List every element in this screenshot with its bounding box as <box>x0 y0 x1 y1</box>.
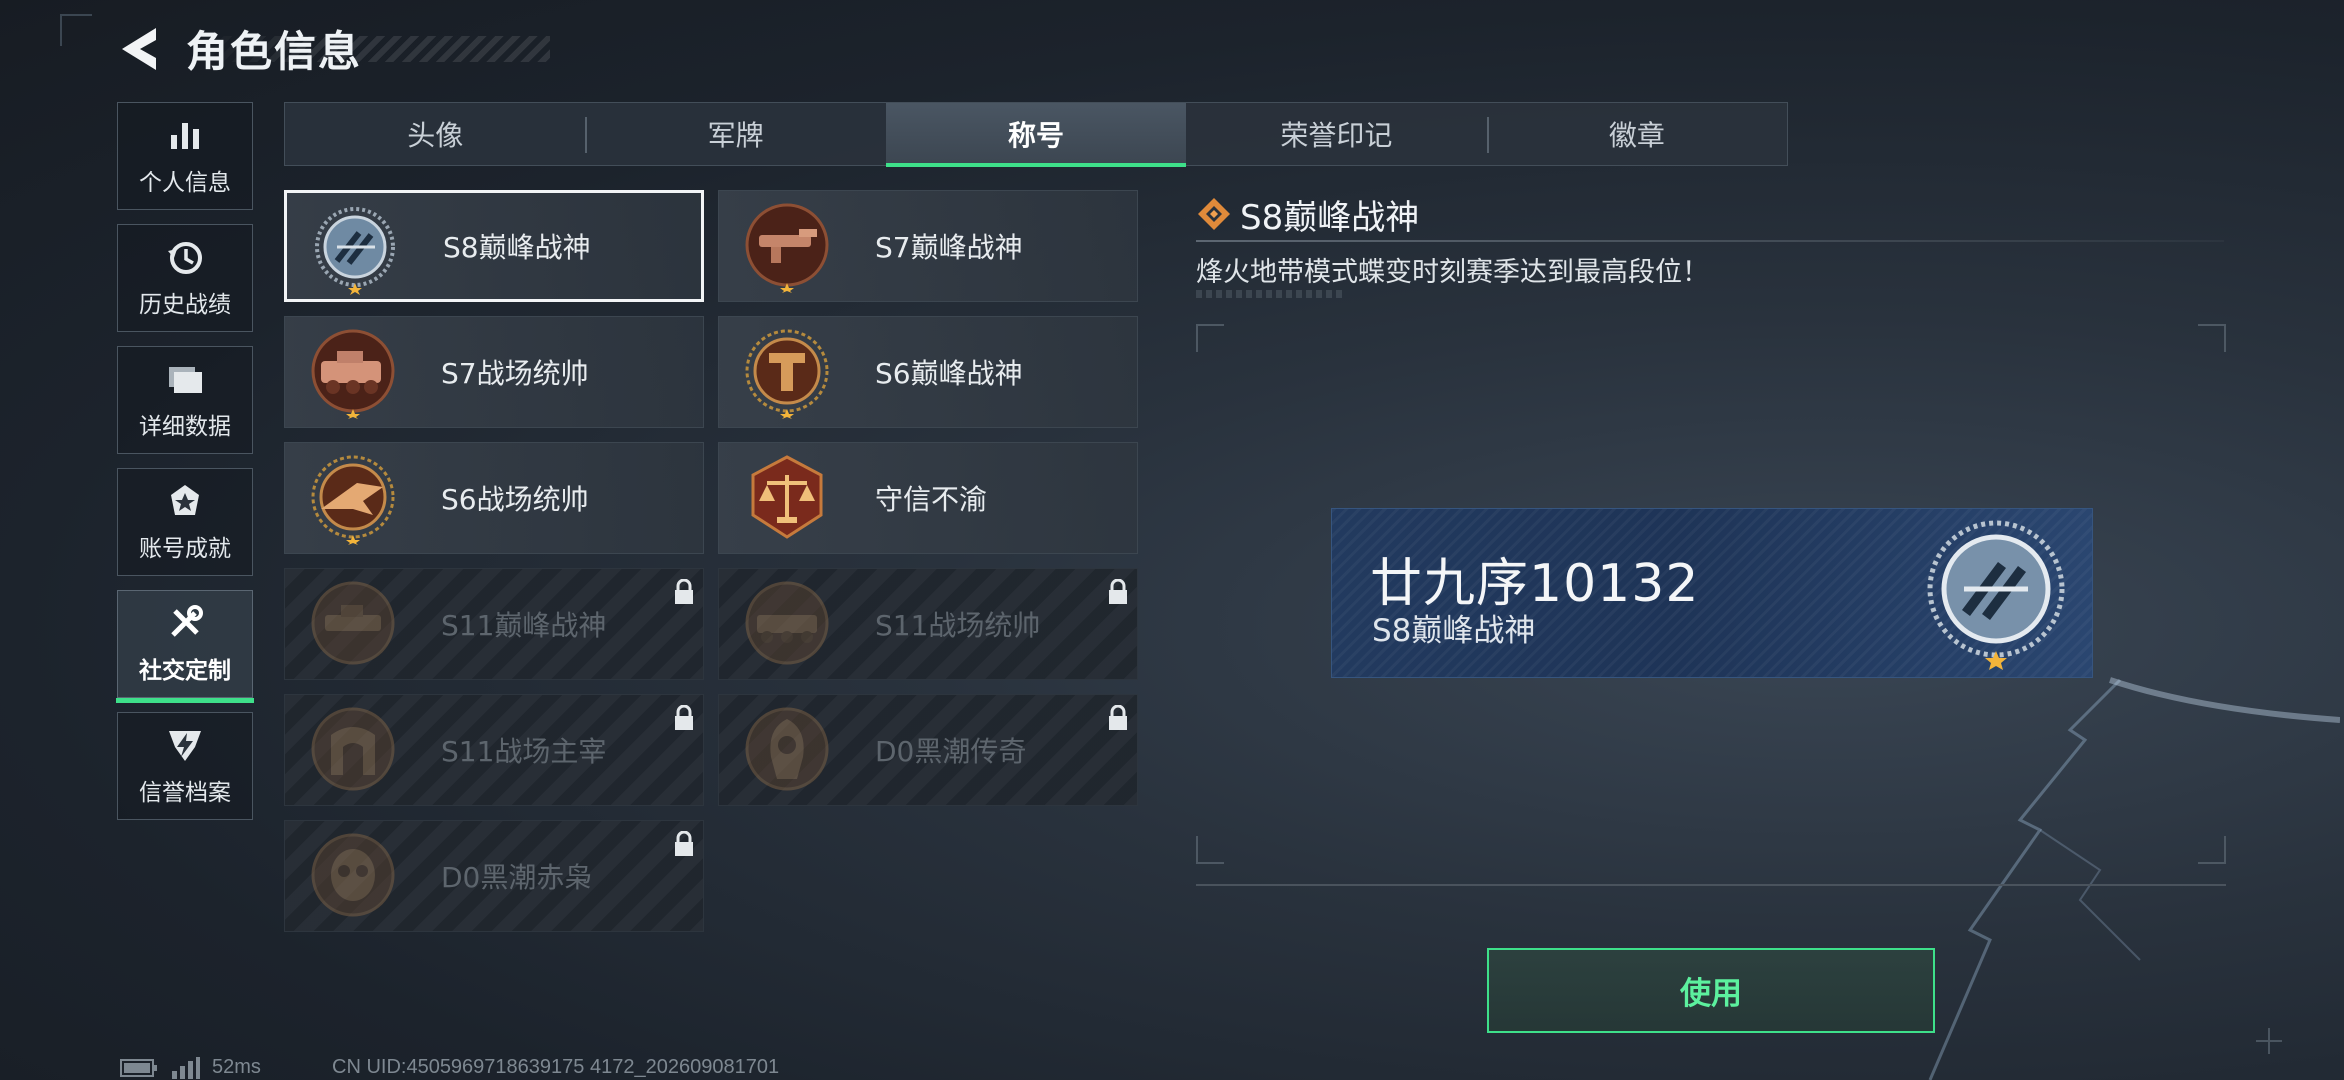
title-name: S11战场统帅 <box>875 609 1041 642</box>
sidebar-item-personal-info[interactable]: 个人信息 <box>117 102 253 210</box>
sidebar-item-label: 账号成就 <box>139 536 231 562</box>
d0-legend-emblem-icon <box>745 707 829 791</box>
title-card-locked[interactable]: D0黑潮传奇 <box>718 694 1138 806</box>
frame-corner <box>1196 836 1224 864</box>
s7-peak-emblem-icon <box>745 203 829 293</box>
sidebar-item-history[interactable]: 历史战绩 <box>117 224 253 332</box>
s7-commander-emblem-icon <box>311 329 395 419</box>
preview-title: S8巅峰战神 <box>1372 613 1536 649</box>
tab-dog-tag[interactable]: 军牌 <box>585 103 885 165</box>
sidebar-item-social-custom[interactable]: 社交定制 <box>116 590 254 703</box>
title-name: S11巅峰战神 <box>441 609 607 642</box>
sidebar-item-label: 信誉档案 <box>139 780 231 806</box>
tab-avatar[interactable]: 头像 <box>285 103 585 165</box>
title-card[interactable]: S7战场统帅 <box>284 316 704 428</box>
s6-commander-emblem-icon <box>311 455 395 545</box>
detail-description: 烽火地带模式蝶变时刻赛季达到最高段位！ <box>1196 257 1709 288</box>
lock-icon <box>675 705 693 730</box>
sidebar-item-credit-record[interactable]: 信誉档案 <box>117 712 253 820</box>
title-card-locked[interactable]: S11战场统帅 <box>718 568 1138 680</box>
frame-corner <box>1196 324 1224 352</box>
plus-decoration-icon <box>2256 1028 2282 1054</box>
back-arrow-icon <box>122 28 156 70</box>
sidebar-item-label: 社交定制 <box>139 658 231 684</box>
s11-dominator-emblem-icon <box>311 707 395 791</box>
battery-icon <box>120 1058 157 1077</box>
s11-commander-emblem-icon <box>745 581 829 665</box>
sidebar-item-label: 历史战绩 <box>139 292 231 318</box>
lock-icon <box>1109 705 1127 730</box>
status-bar: 52ms <box>120 1056 261 1079</box>
lock-icon <box>1109 579 1127 604</box>
title-diamond-icon <box>1198 198 1230 230</box>
nameplate-preview: 廿九序10132 S8巅峰战神 <box>1331 508 2093 678</box>
d0-owl-emblem-icon <box>311 833 395 917</box>
frame-corner <box>2198 324 2226 352</box>
tab-honor-marks[interactable]: 荣誉印记 <box>1186 103 1486 165</box>
tab-badges[interactable]: 徽章 <box>1486 103 1787 165</box>
s6-peak-emblem-icon <box>745 329 829 419</box>
title-name: S6巅峰战神 <box>875 357 1023 390</box>
tab-bar: 头像 军牌 称号 荣誉印记 徽章 <box>284 102 1788 167</box>
title-card[interactable]: S6巅峰战神 <box>718 316 1138 428</box>
divider <box>1196 884 2226 886</box>
use-button[interactable]: 使用 <box>1487 948 1935 1033</box>
title-name: D0黑潮传奇 <box>875 735 1027 768</box>
sidebar-item-achievements[interactable]: 账号成就 <box>117 468 253 576</box>
decoration <box>1196 290 1346 298</box>
divider <box>1196 240 2224 242</box>
title-card[interactable]: 守信不渝 <box>718 442 1138 554</box>
detail-title: S8巅峰战神 <box>1240 198 1420 238</box>
back-button[interactable] <box>118 24 162 74</box>
uid-text: CN UID:4505969718639175 4172_20260908170… <box>332 1056 780 1078</box>
credit-shield-icon <box>169 731 201 761</box>
s11-peak-emblem-icon <box>311 581 395 665</box>
history-clock-icon <box>168 242 202 274</box>
tab-titles[interactable]: 称号 <box>885 103 1187 167</box>
title-card-locked[interactable]: D0黑潮赤枭 <box>284 820 704 932</box>
s8-peak-emblem-icon <box>315 207 395 295</box>
corner-decoration <box>60 14 92 46</box>
title-name: 守信不渝 <box>875 483 988 516</box>
title-name: S7巅峰战神 <box>875 231 1023 264</box>
achievement-icon <box>171 485 199 515</box>
signal-icon <box>172 1056 200 1079</box>
tools-icon <box>171 605 203 637</box>
title-card-locked[interactable]: S11战场主宰 <box>284 694 704 806</box>
lock-icon <box>675 831 693 856</box>
title-name: S8巅峰战神 <box>443 231 591 264</box>
sidebar-item-detailed-data[interactable]: 详细数据 <box>117 346 253 454</box>
title-name: S11战场主宰 <box>441 735 607 768</box>
title-name: S6战场统帅 <box>441 483 589 516</box>
title-card-locked[interactable]: S11巅峰战神 <box>284 568 704 680</box>
title-card[interactable]: S6战场统帅 <box>284 442 704 554</box>
page-title: 角色信息 <box>186 27 363 76</box>
s8-peak-emblem-icon <box>1927 520 2065 670</box>
ping-value: 52ms <box>212 1056 261 1078</box>
title-card[interactable]: S7巅峰战神 <box>718 190 1138 302</box>
scales-emblem-icon <box>751 455 823 539</box>
title-name: D0黑潮赤枭 <box>441 861 593 894</box>
bar-chart-icon <box>171 123 199 149</box>
sidebar-item-label: 个人信息 <box>139 170 231 196</box>
folder-icon <box>169 367 202 393</box>
title-card[interactable]: S8巅峰战神 <box>284 190 704 302</box>
lock-icon <box>675 579 693 604</box>
title-name: S7战场统帅 <box>441 357 589 390</box>
sidebar-item-label: 详细数据 <box>139 414 231 440</box>
